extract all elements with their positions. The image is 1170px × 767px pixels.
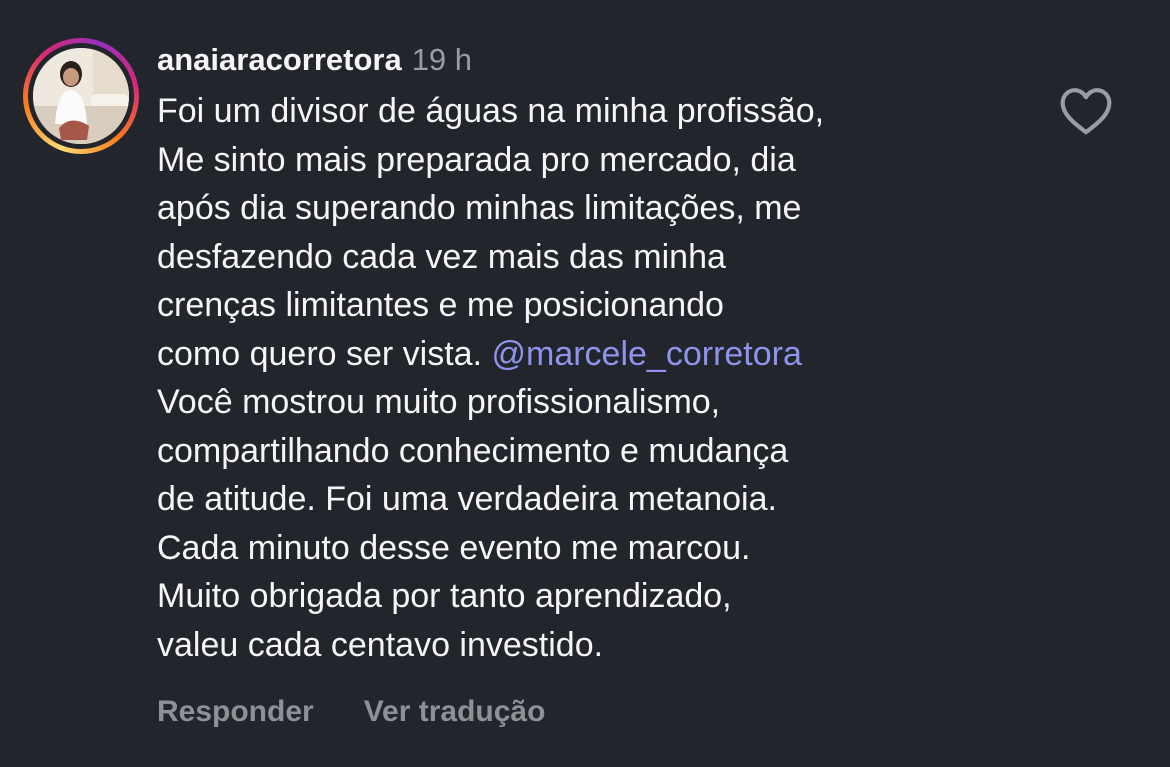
comment: anaiaracorretora 19 h Foi um divisor de á… xyxy=(157,38,1057,669)
timestamp: 19 h xyxy=(411,42,473,77)
comment-text-part-2: Você mostrou muito profissionalismo, com… xyxy=(157,383,789,664)
mention-link[interactable]: @marcele_corretora xyxy=(491,335,801,373)
avatar-story-ring[interactable] xyxy=(23,38,139,154)
see-translation-button[interactable]: Ver tradução xyxy=(364,695,546,728)
like-button[interactable] xyxy=(1058,84,1114,136)
avatar[interactable] xyxy=(33,48,129,144)
heart-outline-icon xyxy=(1060,88,1112,135)
comment-text-part-1: Foi um divisor de águas na minha profiss… xyxy=(157,92,825,373)
username[interactable]: anaiaracorretora xyxy=(157,42,402,77)
reply-button[interactable]: Responder xyxy=(157,695,314,728)
comment-actions: Responder Ver tradução xyxy=(157,695,545,729)
comment-text: Foi um divisor de águas na minha profiss… xyxy=(157,87,1057,669)
comment-meta: anaiaracorretora 19 h xyxy=(157,38,1057,82)
avatar-photo xyxy=(33,48,129,144)
